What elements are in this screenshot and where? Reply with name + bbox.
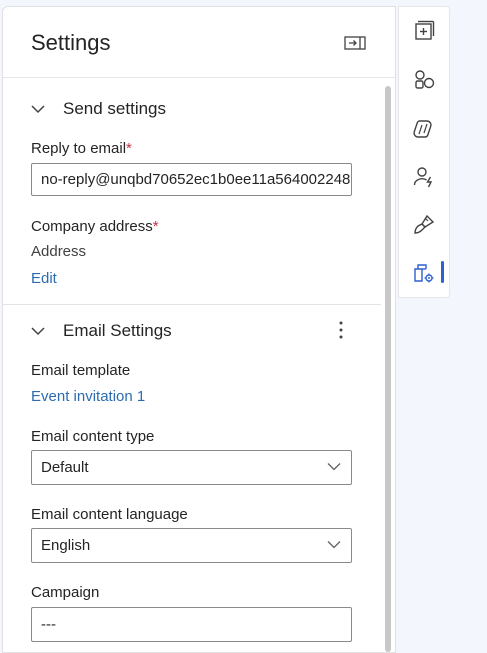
tool-rail xyxy=(398,6,450,298)
chevron-down-icon xyxy=(327,463,341,471)
settings-panel: Settings Send settings Reply to email* n… xyxy=(2,6,396,653)
copilot-icon[interactable] xyxy=(411,116,437,142)
settings-scroll-area: Send settings Reply to email* no-reply@u… xyxy=(3,78,395,652)
email-content-type-label: Email content type xyxy=(31,428,155,445)
paintbrush-icon[interactable] xyxy=(411,212,437,238)
add-element-icon[interactable] xyxy=(411,18,437,44)
panel-header: Settings xyxy=(3,7,395,78)
email-template-label: Email template xyxy=(31,362,131,379)
reply-to-label-text: Reply to email xyxy=(31,140,127,157)
email-content-language-select[interactable]: English xyxy=(31,528,352,563)
email-content-language-value: English xyxy=(41,537,91,554)
settings-panel-icon[interactable] xyxy=(411,260,437,286)
scrollbar-thumb[interactable] xyxy=(385,86,391,652)
email-content-type-value: Default xyxy=(41,459,89,476)
personalization-icon[interactable] xyxy=(411,164,437,190)
section-divider xyxy=(3,304,381,305)
email-settings-header[interactable]: Email Settings xyxy=(3,319,383,349)
campaign-label: Campaign xyxy=(31,584,100,601)
required-marker: * xyxy=(152,218,159,235)
campaign-input[interactable]: --- xyxy=(31,607,352,642)
required-marker: * xyxy=(126,140,132,157)
email-settings-title: Email Settings xyxy=(63,321,172,340)
chevron-down-icon xyxy=(327,541,341,549)
email-content-language-label: Email content language xyxy=(31,506,188,523)
reply-to-email-input[interactable]: no-reply@unqbd70652ec1b0ee11a564002248 xyxy=(31,163,352,196)
edit-address-link[interactable]: Edit xyxy=(31,270,57,287)
collapse-panel-icon[interactable] xyxy=(344,35,366,51)
more-options-icon[interactable] xyxy=(337,319,345,341)
chevron-down-icon xyxy=(31,327,45,336)
email-template-link[interactable]: Event invitation 1 xyxy=(31,388,145,405)
company-address-label: Company address* xyxy=(31,218,159,235)
reply-to-label: Reply to email* xyxy=(31,140,132,157)
shapes-icon[interactable] xyxy=(411,67,437,93)
send-settings-header[interactable]: Send settings xyxy=(3,97,383,127)
email-content-type-select[interactable]: Default xyxy=(31,450,352,485)
panel-title: Settings xyxy=(31,30,111,55)
chevron-down-icon xyxy=(31,105,45,114)
company-address-label-text: Company address xyxy=(31,218,153,235)
send-settings-title: Send settings xyxy=(63,99,167,118)
active-tab-indicator xyxy=(441,261,444,283)
company-address-value: Address xyxy=(31,243,87,260)
